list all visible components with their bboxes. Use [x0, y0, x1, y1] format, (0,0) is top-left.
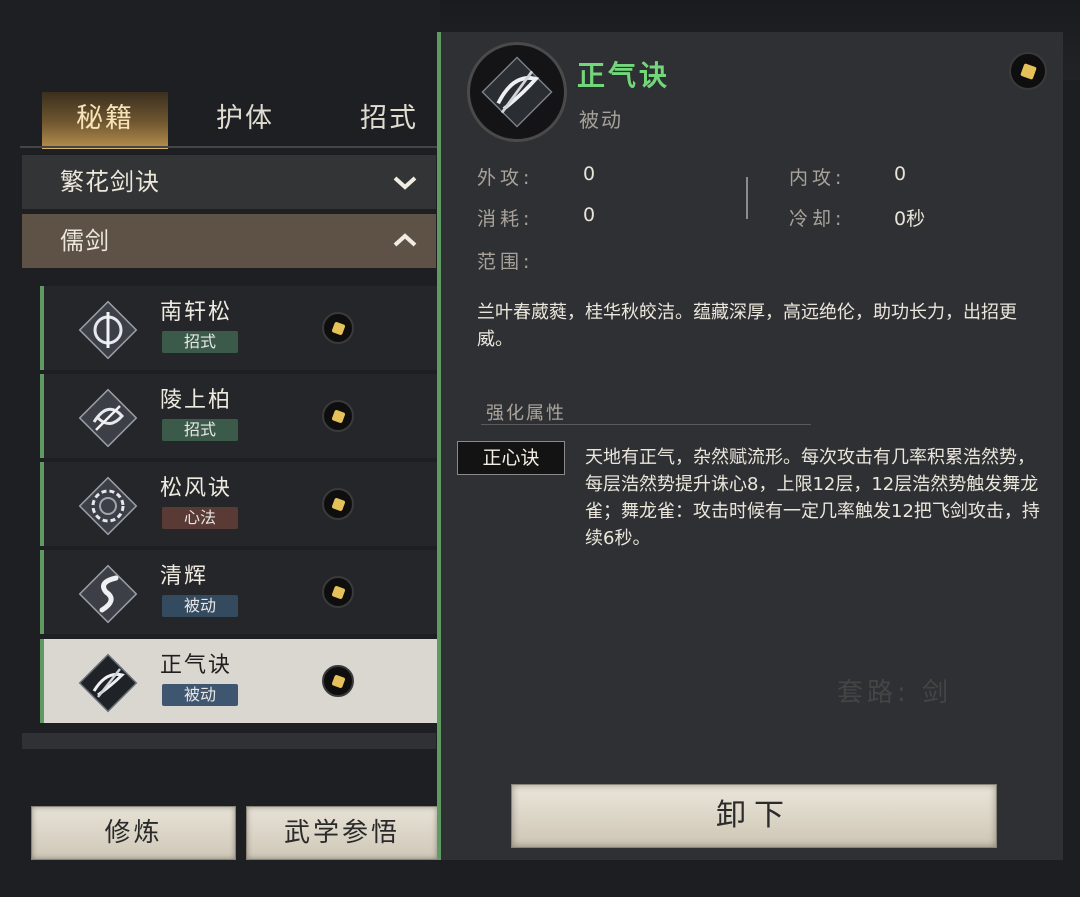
equip-slot-icon[interactable] [322, 665, 354, 697]
sword-swirl-icon [78, 388, 138, 448]
skill-name: 陵上柏 [160, 388, 233, 413]
skill-title: 正气诀 [577, 59, 671, 92]
skill-type-badge: 招式 [162, 419, 238, 441]
cost-value: 0 [583, 204, 596, 226]
equip-slot-icon[interactable] [322, 312, 354, 344]
skill-name: 清辉 [160, 564, 209, 589]
chevron-down-icon [393, 176, 417, 190]
equip-slot-icon[interactable] [322, 576, 354, 608]
category-confucian-sword[interactable]: 儒剑 [22, 214, 436, 268]
tab-body-guard[interactable]: 护体 [182, 92, 308, 146]
skill-type-badge: 招式 [162, 331, 238, 353]
sword-wave-icon [78, 653, 138, 713]
tab-bar: 秘籍 护体 招式 [20, 92, 438, 149]
serpent-icon [78, 564, 138, 624]
faded-style-label: 套路: 剑 [837, 678, 953, 708]
martial-insight-button[interactable]: 武学参悟 [246, 806, 438, 860]
skill-detail-panel: 正气诀 被动 外攻: 0 消耗: 0 范围: 内攻: 0 冷却: 0秒 兰叶春葳… [437, 32, 1063, 860]
skill-row-nanxuansong[interactable]: 南轩松 招式 [40, 286, 440, 370]
skill-name: 正气诀 [160, 653, 233, 678]
skill-type: 被动 [579, 108, 623, 132]
equip-slot-icon[interactable] [322, 488, 354, 520]
ring-icon [78, 476, 138, 536]
tab-secret-manual[interactable]: 秘籍 [42, 92, 168, 149]
skill-row-zhengqijue-selected[interactable]: 正气诀 被动 [40, 639, 440, 723]
skill-name: 松风诀 [160, 476, 233, 501]
sword-wave-icon [467, 42, 567, 142]
cooldown-value: 0秒 [894, 208, 926, 230]
stats-divider [746, 177, 748, 219]
enhance-divider [481, 424, 811, 425]
skill-description: 兰叶春葳蕤，桂华秋皎洁。蕴藏深厚，高远绝伦，助功长力，出招更威。 [477, 302, 1017, 350]
category-fanhua-sword[interactable]: 繁花剑诀 [22, 155, 436, 209]
chevron-up-icon [393, 233, 417, 247]
cooldown-label: 冷却: [789, 208, 846, 230]
enhance-tag: 正心诀 [457, 441, 565, 475]
equip-slot-icon[interactable] [1009, 52, 1047, 90]
cultivate-button[interactable]: 修炼 [31, 806, 236, 860]
skill-type-badge: 被动 [162, 684, 238, 706]
inner-attack-label: 内攻: [789, 167, 846, 189]
enhance-description: 天地有正气，杂然赋流形。每次攻击有几率积累浩然势，每层浩然势提升诛心8，上限12… [585, 447, 1040, 549]
outer-attack-value: 0 [583, 163, 596, 185]
list-scroll-track[interactable] [22, 733, 436, 749]
tab-moves[interactable]: 招式 [326, 92, 452, 146]
cost-label: 消耗: [477, 208, 534, 230]
equip-slot-icon[interactable] [322, 400, 354, 432]
skill-row-lingshangbai[interactable]: 陵上柏 招式 [40, 374, 440, 458]
skill-row-qinghui[interactable]: 清辉 被动 [40, 550, 440, 634]
skill-row-songfengjue[interactable]: 松风诀 心法 [40, 462, 440, 546]
tab-divider [20, 146, 438, 148]
unequip-button[interactable]: 卸下 [511, 784, 997, 848]
category-label: 繁花剑诀 [60, 168, 160, 196]
category-label: 儒剑 [60, 227, 110, 255]
skill-name: 南轩松 [160, 300, 233, 325]
range-label: 范围: [477, 251, 534, 273]
skill-type-badge: 被动 [162, 595, 238, 617]
enhance-section-title: 强化属性 [486, 403, 566, 424]
inner-attack-value: 0 [894, 163, 907, 185]
skill-type-badge: 心法 [162, 507, 238, 529]
outer-attack-label: 外攻: [477, 167, 534, 189]
sword-circle-icon [78, 300, 138, 360]
